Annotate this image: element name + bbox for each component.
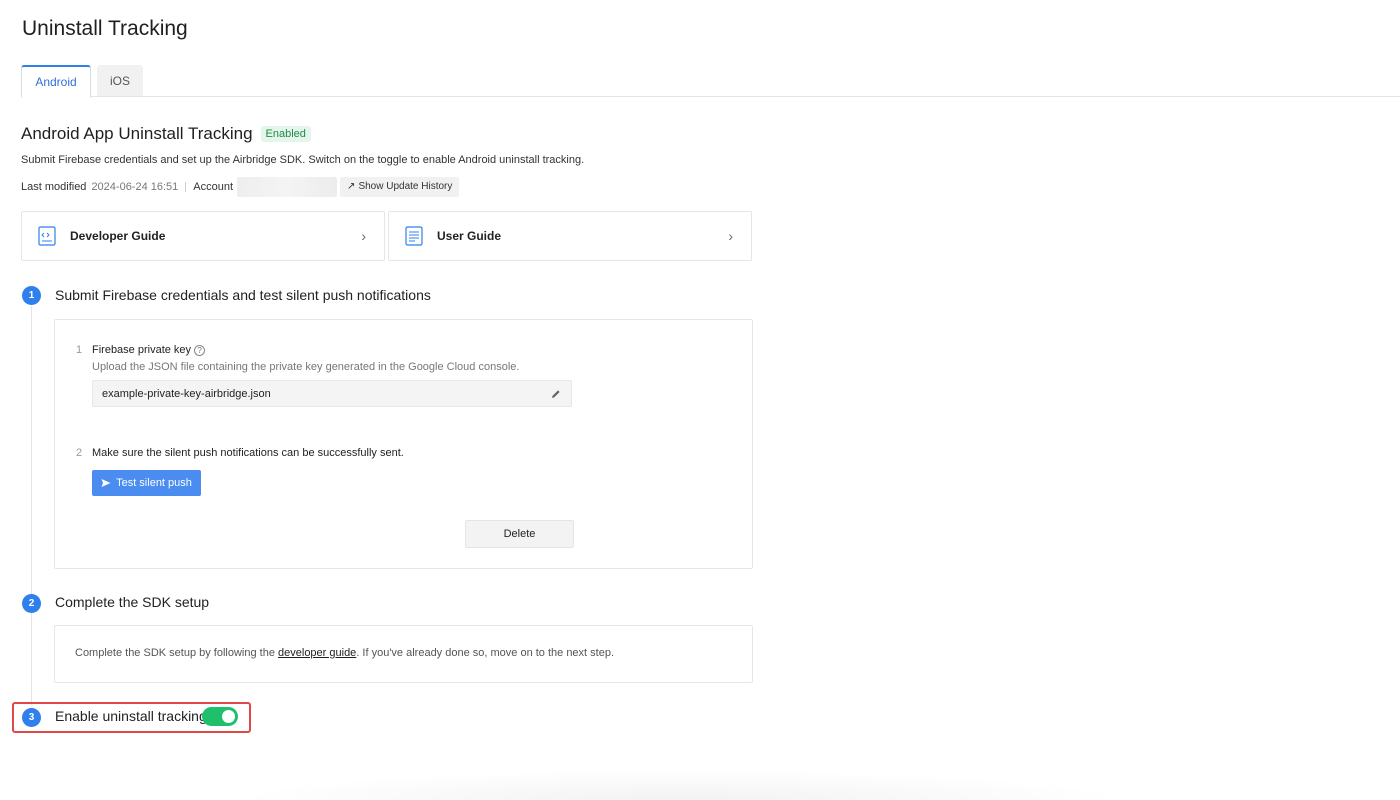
tab-ios[interactable]: iOS (97, 65, 143, 96)
status-badge: Enabled (260, 126, 311, 142)
private-key-file-name: example-private-key-airbridge.json (102, 387, 271, 400)
section-header: Android App Uninstall Tracking Enabled (21, 124, 311, 144)
last-modified-value: 2024-06-24 16:51 (91, 180, 179, 193)
sdk-setup-text-after: . If you've already done so, move on to … (356, 647, 615, 659)
last-modified-label: Last modified (21, 180, 87, 193)
developer-guide-card[interactable]: Developer Guide › (21, 211, 385, 261)
sdk-setup-instruction: Complete the SDK setup by following the … (75, 647, 614, 659)
chevron-right-icon: › (361, 228, 366, 244)
step-3-title: Enable uninstall tracking (55, 708, 207, 724)
show-update-history-button[interactable]: ↗ Show Update History (340, 176, 460, 197)
divider (185, 181, 187, 192)
platform-tabs: Android iOS (21, 65, 1400, 98)
step-connector-line (31, 613, 32, 705)
user-guide-label: User Guide (437, 229, 502, 243)
bottom-shadow (230, 770, 1130, 800)
private-key-file-field[interactable]: example-private-key-airbridge.json (92, 380, 572, 407)
toggle-knob (222, 710, 235, 723)
test-silent-push-button[interactable]: Test silent push (92, 470, 201, 496)
code-doc-icon (38, 226, 56, 246)
step-1-title: Submit Firebase credentials and test sil… (55, 287, 431, 303)
test-silent-push-label: Test silent push (116, 477, 192, 489)
substep-2-number: 2 (76, 447, 83, 459)
page-title: Uninstall Tracking (22, 17, 188, 40)
firebase-key-label: Firebase private key (92, 344, 192, 356)
firebase-key-description: Upload the JSON file containing the priv… (92, 361, 520, 373)
section-description: Submit Firebase credentials and set up t… (21, 154, 585, 166)
user-guide-card[interactable]: User Guide › (388, 211, 752, 261)
help-icon[interactable]: ? (194, 344, 206, 356)
account-label: Account (193, 180, 234, 193)
substep-1-number: 1 (76, 344, 83, 356)
step-1-panel (54, 319, 753, 569)
silent-push-instruction: Make sure the silent push notifications … (92, 447, 404, 459)
step-3-number: 3 (22, 708, 41, 727)
delete-button[interactable]: Delete (465, 520, 574, 548)
step-2-number: 2 (22, 594, 41, 613)
sdk-setup-text-before: Complete the SDK setup by following the (75, 647, 279, 659)
step-1-number: 1 (22, 286, 41, 305)
pencil-icon[interactable] (550, 388, 562, 400)
developer-guide-label: Developer Guide (70, 229, 166, 243)
account-value-redacted (237, 176, 338, 197)
tab-android[interactable]: Android (21, 65, 91, 98)
doc-icon (405, 226, 423, 246)
arrow-up-right-icon: ↗ (347, 181, 356, 192)
step-2-title: Complete the SDK setup (55, 594, 210, 610)
developer-guide-link[interactable]: developer guide (278, 647, 356, 659)
show-update-history-label: Show Update History (358, 181, 453, 192)
step-connector-line (31, 306, 32, 596)
section-title: Android App Uninstall Tracking (21, 124, 253, 143)
send-icon (101, 479, 111, 487)
firebase-key-title: Firebase private key ? (92, 344, 206, 356)
chevron-right-icon: › (728, 228, 733, 244)
uninstall-tracking-toggle[interactable] (202, 707, 238, 726)
meta-row: Last modified 2024-06-24 16:51 Account ↗… (21, 176, 460, 197)
